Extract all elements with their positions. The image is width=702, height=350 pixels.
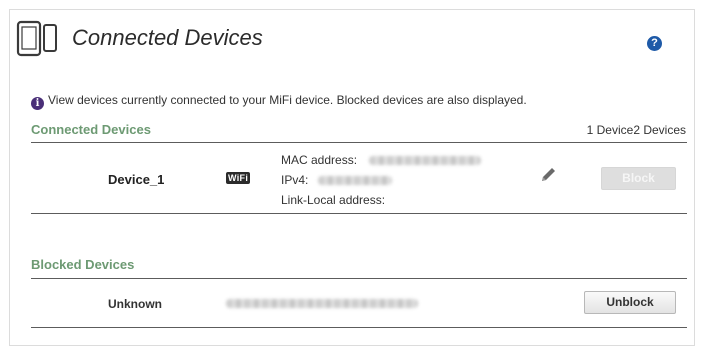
tablet-phone-icon <box>16 20 57 57</box>
info-icon: i <box>31 97 44 110</box>
row-divider <box>31 327 687 328</box>
block-button[interactable]: Block <box>601 167 676 190</box>
blocked-section-title: Blocked Devices <box>31 257 135 272</box>
device-count-toggle[interactable]: 1 Device2 Devices <box>587 123 686 137</box>
info-message: i View devices currently connected to you… <box>31 93 527 110</box>
help-icon[interactable]: ? <box>647 36 662 51</box>
page-title: Connected Devices <box>72 25 263 50</box>
device-name: Device_1 <box>108 172 165 187</box>
ipv4-label: IPv4: <box>281 173 309 187</box>
section-divider <box>31 142 687 143</box>
ipv4-value <box>318 176 392 185</box>
blocked-device-mac-value <box>226 299 418 308</box>
blocked-device-name: Unknown <box>108 297 162 311</box>
wifi-badge-icon: WiFi <box>226 172 251 184</box>
section-divider <box>31 278 687 279</box>
unblock-button[interactable]: Unblock <box>584 291 676 314</box>
link-local-label: Link-Local address: <box>281 193 386 207</box>
page-header: Connected Devices ? <box>16 19 686 59</box>
mac-address-value <box>369 156 481 165</box>
row-divider <box>31 213 687 214</box>
connected-section-title: Connected Devices <box>31 122 151 137</box>
mac-address-label: MAC address: <box>281 153 358 167</box>
pencil-icon[interactable] <box>539 166 557 184</box>
info-text: View devices currently connected to your… <box>48 93 527 107</box>
